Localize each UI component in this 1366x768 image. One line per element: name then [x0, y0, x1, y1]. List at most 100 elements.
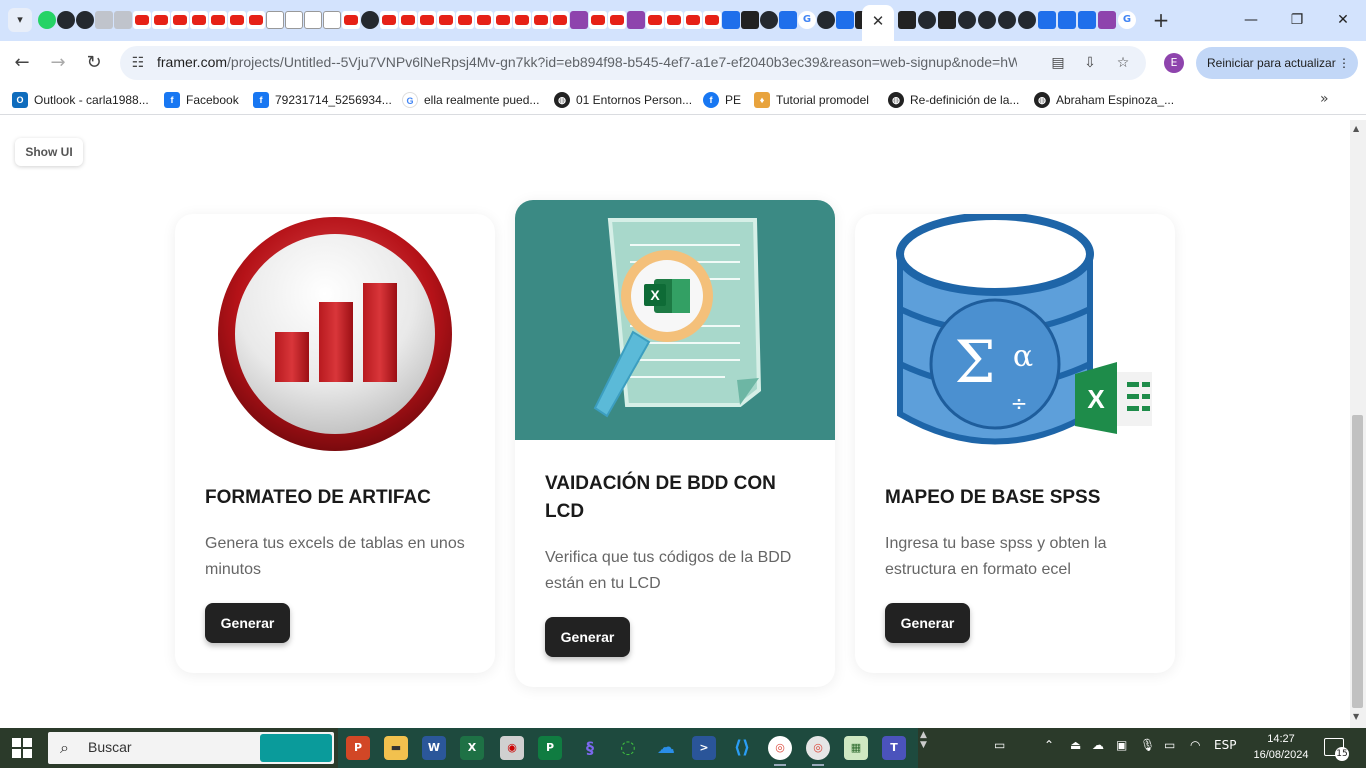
chatgpt-tab-icon[interactable]: [817, 11, 835, 29]
forward-arrow-icon[interactable]: →: [46, 51, 70, 75]
chatgpt-tab-icon[interactable]: [57, 11, 75, 29]
tray-expand-icon[interactable]: ⌃: [1044, 738, 1054, 752]
youtube-tab-icon[interactable]: [437, 11, 455, 29]
reload-icon[interactable]: ↻: [82, 51, 106, 75]
bookmark-item[interactable]: f 79231714_5256934...: [253, 91, 392, 109]
microphone-icon[interactable]: 🎙: [1140, 738, 1155, 752]
scrollbar-thumb[interactable]: [1352, 415, 1363, 708]
back-arrow-icon[interactable]: ←: [10, 51, 34, 75]
app-tab-icon[interactable]: [722, 11, 740, 29]
app-icon[interactable]: ◉: [500, 736, 524, 760]
chatgpt-tab-icon[interactable]: [760, 11, 778, 29]
youtube-tab-icon[interactable]: [475, 11, 493, 29]
language-indicator[interactable]: ESP: [1214, 738, 1236, 752]
wifi-icon[interactable]: ◠: [1190, 738, 1200, 752]
youtube-tab-icon[interactable]: [418, 11, 436, 29]
usb-icon[interactable]: ⏏: [1070, 738, 1081, 752]
youtube-tab-icon[interactable]: [646, 11, 664, 29]
youtube-tab-icon[interactable]: [513, 11, 531, 29]
generar-button[interactable]: Generar: [545, 617, 630, 657]
bookmarks-more-button[interactable]: »: [1320, 91, 1329, 107]
url-text[interactable]: framer.com/projects/Untitled--5Vju7VNPv6…: [157, 54, 1017, 70]
update-button[interactable]: Reiniciar para actualizar ⋮: [1196, 47, 1358, 79]
excel-icon[interactable]: X: [460, 736, 484, 760]
youtube-tab-icon[interactable]: [190, 11, 208, 29]
bookmark-item[interactable]: f PE: [703, 91, 741, 109]
generar-button[interactable]: Generar: [205, 603, 290, 643]
bookmark-item[interactable]: Gella realmente pued...: [402, 91, 539, 109]
menu-dots-icon[interactable]: ⋮: [1338, 47, 1350, 79]
app-tab-icon[interactable]: [627, 11, 645, 29]
app-tab-icon[interactable]: [779, 11, 797, 29]
battery-icon[interactable]: ▭: [1164, 738, 1175, 752]
youtube-tab-icon[interactable]: [152, 11, 170, 29]
docs-tab-icon[interactable]: [95, 11, 113, 29]
youtube-tab-icon[interactable]: [342, 11, 360, 29]
youtube-tab-icon[interactable]: [608, 11, 626, 29]
chrome-icon[interactable]: ◎: [768, 736, 792, 766]
tab-search-button[interactable]: ▾: [8, 8, 32, 32]
youtube-tab-icon[interactable]: [209, 11, 227, 29]
active-tab-close-button[interactable]: ✕: [862, 5, 894, 41]
youtube-tab-icon[interactable]: [171, 11, 189, 29]
chatgpt-tab-icon[interactable]: [998, 11, 1016, 29]
youtube-tab-icon[interactable]: [665, 11, 683, 29]
onedrive-icon[interactable]: ☁: [654, 736, 678, 760]
site-settings-icon[interactable]: ☷: [128, 53, 148, 73]
clock[interactable]: 14:27 16/08/2024: [1250, 731, 1312, 763]
app-tab-icon[interactable]: [1098, 11, 1116, 29]
vscode-icon[interactable]: ⟨⟩: [730, 736, 754, 760]
docs-tab-icon[interactable]: [114, 11, 132, 29]
youtube-tab-icon[interactable]: [399, 11, 417, 29]
word-icon[interactable]: W: [422, 736, 446, 760]
notification-icon[interactable]: 15: [1324, 738, 1349, 761]
framer-tab-icon[interactable]: [898, 11, 916, 29]
app-icon[interactable]: ◌: [616, 736, 640, 760]
restore-button[interactable]: ❐: [1282, 8, 1312, 32]
youtube-tab-icon[interactable]: [532, 11, 550, 29]
github-tab-icon[interactable]: [361, 11, 379, 29]
youtube-tab-icon[interactable]: [494, 11, 512, 29]
scroll-up-arrow-icon[interactable]: ▲: [1353, 124, 1359, 133]
chrome-profile-icon[interactable]: ◎: [806, 736, 830, 766]
install-app-icon[interactable]: ⇩: [1080, 53, 1100, 73]
youtube-tab-icon[interactable]: [456, 11, 474, 29]
scroll-down-arrow-icon[interactable]: ▼: [1353, 712, 1359, 721]
youtube-tab-icon[interactable]: [551, 11, 569, 29]
youtube-tab-icon[interactable]: [380, 11, 398, 29]
chatgpt-tab-icon[interactable]: [1018, 11, 1036, 29]
diagram-tab-icon[interactable]: [323, 11, 341, 29]
powershell-icon[interactable]: >: [692, 736, 716, 760]
taskbar-search[interactable]: ⌕ Buscar: [48, 732, 334, 764]
bookmark-star-icon[interactable]: ☆: [1113, 53, 1133, 73]
youtube-tab-icon[interactable]: [133, 11, 151, 29]
bookmark-item[interactable]: ♦ Tutorial promodel: [754, 91, 869, 109]
diagram-tab-icon[interactable]: [285, 11, 303, 29]
project-icon[interactable]: P: [538, 736, 562, 760]
diagram-tab-icon[interactable]: [304, 11, 322, 29]
app-tab-icon[interactable]: [836, 11, 854, 29]
teams-icon[interactable]: T: [882, 736, 906, 760]
app-icon[interactable]: ▦: [844, 736, 868, 760]
page-scrollbar[interactable]: ▲ ▼: [1350, 120, 1366, 728]
bookmark-item[interactable]: ◍ 01 Entornos Person...: [554, 91, 692, 109]
app-tab-icon[interactable]: [938, 11, 956, 29]
bookmark-item[interactable]: f Facebook: [164, 91, 239, 109]
youtube-tab-icon[interactable]: [684, 11, 702, 29]
new-tab-button[interactable]: +: [1150, 8, 1172, 32]
diagram-tab-icon[interactable]: [266, 11, 284, 29]
chatgpt-tab-icon[interactable]: [918, 11, 936, 29]
youtube-tab-icon[interactable]: [247, 11, 265, 29]
app-icon[interactable]: §: [578, 736, 602, 760]
show-ui-button[interactable]: Show UI: [15, 138, 83, 166]
google-tab-icon[interactable]: G: [798, 11, 816, 29]
address-bar[interactable]: ☷ framer.com/projects/Untitled--5Vju7VNP…: [120, 46, 1146, 80]
profile-avatar[interactable]: E: [1164, 53, 1184, 73]
display-icon[interactable]: ▭: [994, 738, 1005, 752]
file-explorer-icon[interactable]: ▬: [384, 736, 408, 760]
windows-start-icon[interactable]: [12, 738, 32, 758]
app-tab-icon[interactable]: [1038, 11, 1056, 29]
taskbar-scroll-arrows-icon[interactable]: ▲ ▼: [920, 730, 927, 750]
security-icon[interactable]: ▣: [1116, 738, 1127, 752]
bookmark-item[interactable]: O Outlook - carla1988...: [12, 91, 149, 109]
